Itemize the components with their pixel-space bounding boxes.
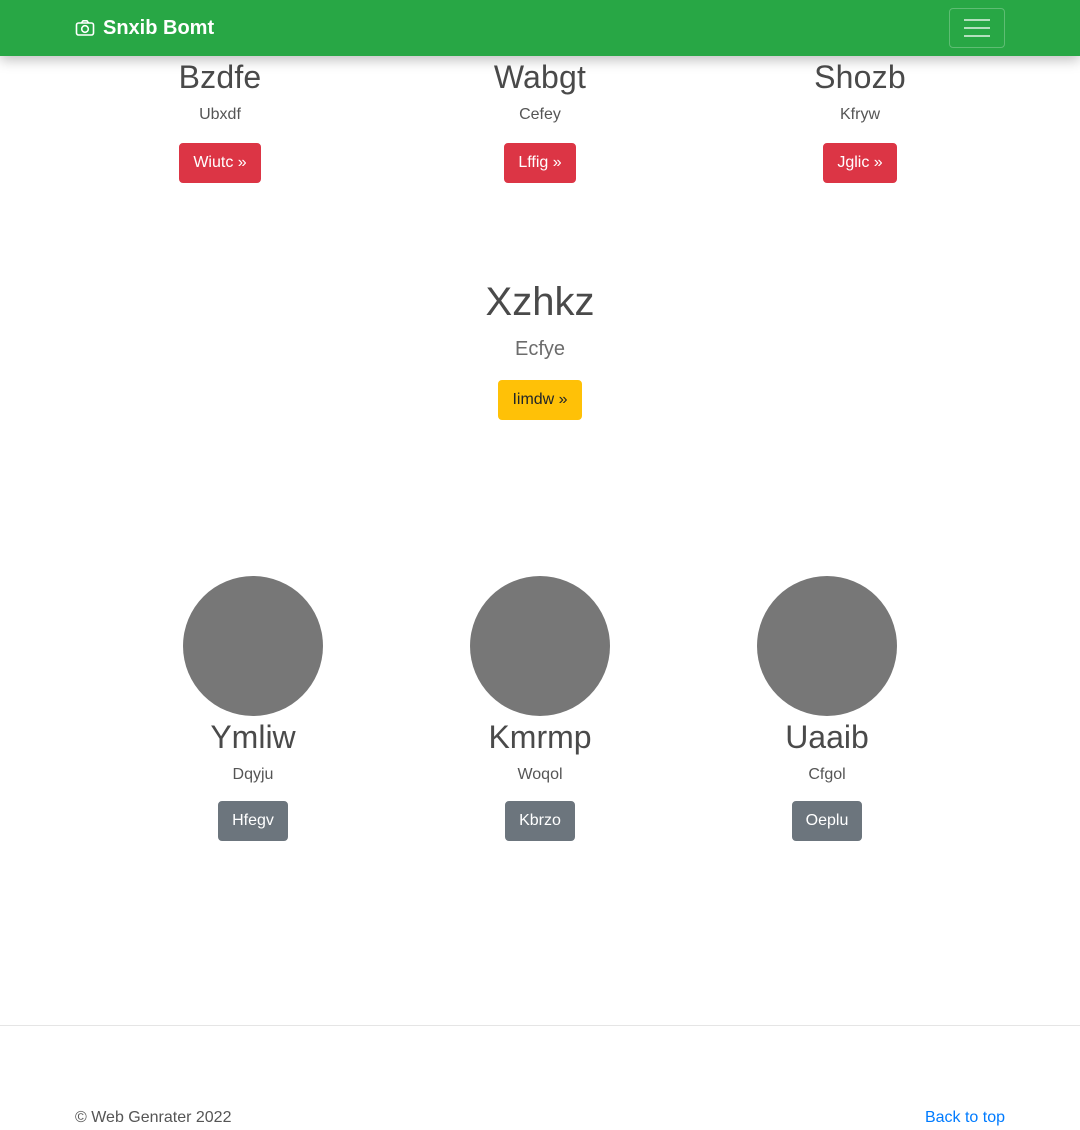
navbar: Snxib Bomt [0, 0, 1080, 56]
person-card-1: Ymliw Dqyju Hfegv [123, 576, 383, 841]
feature-button-3[interactable]: Jglic » [823, 143, 897, 183]
navbar-toggle-button[interactable] [949, 8, 1005, 48]
avatar-placeholder [183, 576, 323, 716]
hamburger-icon [962, 16, 992, 40]
person-caption: Cfgol [808, 766, 846, 783]
brand-name: Snxib Bomt [103, 16, 215, 39]
feature-column-2: Wabgt Cefey Lffig » [420, 58, 660, 183]
feature-column-1: Bzdfe Ubxdf Wiutc » [100, 58, 340, 183]
feature-title: Bzdfe [178, 59, 262, 95]
feature-title: Shozb [814, 59, 906, 95]
hero-subtitle: Ecfye [514, 338, 566, 360]
person-name: Uaaib [785, 719, 869, 755]
feature-subtitle: Cefey [519, 106, 561, 123]
footer-divider [0, 1025, 1080, 1026]
avatar-placeholder [470, 576, 610, 716]
person-button-1[interactable]: Hfegv [218, 801, 288, 841]
avatar-placeholder [757, 576, 897, 716]
person-caption: Woqol [517, 766, 563, 783]
hero-section: Xzhkz Ecfye Iimdw » [0, 278, 1080, 420]
person-name: Ymliw [210, 719, 296, 755]
person-caption: Dqyju [232, 766, 274, 783]
feature-button-1[interactable]: Wiutc » [179, 143, 261, 183]
person-name: Kmrmp [488, 719, 592, 755]
person-button-3[interactable]: Oeplu [791, 801, 863, 841]
brand-link[interactable]: Snxib Bomt [75, 0, 214, 56]
feature-subtitle: Kfryw [840, 106, 880, 123]
hero-title: Xzhkz [485, 280, 595, 324]
hero-button[interactable]: Iimdw » [498, 380, 582, 420]
person-card-2: Kmrmp Woqol Kbrzo [410, 576, 670, 841]
person-button-2[interactable]: Kbrzo [505, 801, 575, 841]
feature-subtitle: Ubxdf [199, 106, 241, 123]
feature-column-3: Shozb Kfryw Jglic » [740, 58, 980, 183]
footer-copyright: © Web Genrater 2022 [75, 1109, 232, 1126]
back-to-top-link[interactable]: Back to top [925, 1108, 1005, 1128]
feature-title: Wabgt [493, 59, 587, 95]
camera-icon [75, 19, 95, 37]
person-card-3: Uaaib Cfgol Oeplu [697, 576, 957, 841]
feature-button-2[interactable]: Lffig » [504, 143, 576, 183]
